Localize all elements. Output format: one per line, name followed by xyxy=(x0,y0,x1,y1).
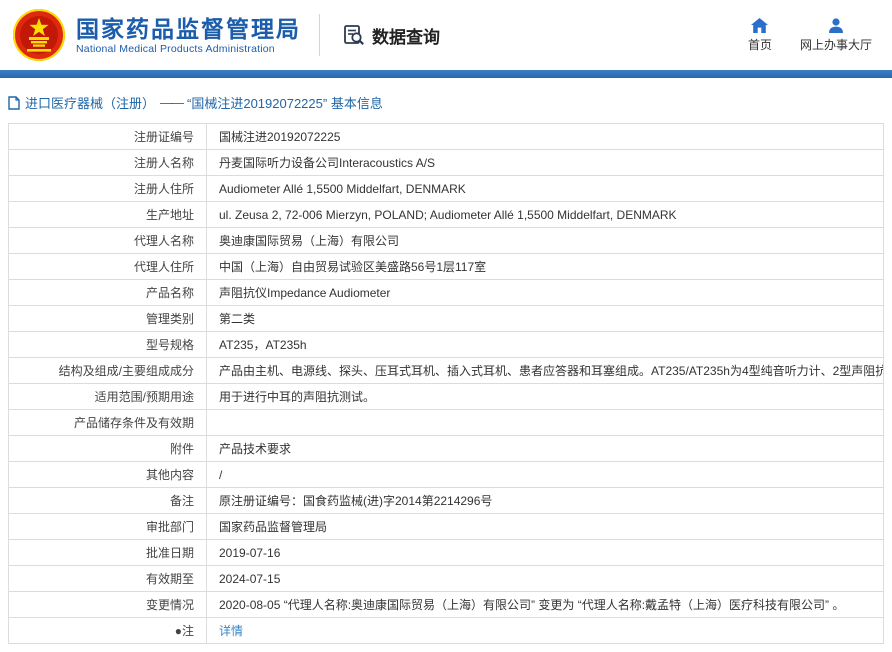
nmpa-emblem-logo xyxy=(12,8,66,62)
table-row: ●注 详情 xyxy=(9,618,884,644)
row-value: 国械注进20192072225 xyxy=(207,124,884,150)
row-value: 2024-07-15 xyxy=(207,566,884,592)
table-row: 附件 产品技术要求 xyxy=(9,436,884,462)
row-value: 声阻抗仪Impedance Audiometer xyxy=(207,280,884,306)
nav-service-hall[interactable]: 网上办事大厅 xyxy=(800,18,872,53)
row-label: 产品储存条件及有效期 xyxy=(9,410,207,436)
table-row: 产品名称 声阻抗仪Impedance Audiometer xyxy=(9,280,884,306)
table-row: 注册人名称 丹麦国际听力设备公司Interacoustics A/S xyxy=(9,150,884,176)
row-value: 丹麦国际听力设备公司Interacoustics A/S xyxy=(207,150,884,176)
row-value: 国家药品监督管理局 xyxy=(207,514,884,540)
data-query-section: 数据查询 xyxy=(342,23,440,48)
row-label: 注册证编号 xyxy=(9,124,207,150)
table-row: 适用范围/预期用途 用于进行中耳的声阻抗测试。 xyxy=(9,384,884,410)
row-value: 产品由主机、电源线、探头、压耳式耳机、插入式耳机、患者应答器和耳塞组成。AT23… xyxy=(207,358,884,384)
row-value: 2020-08-05 “代理人名称:奥迪康国际贸易（上海）有限公司” 变更为 “… xyxy=(207,592,884,618)
breadcrumb-separator: —— xyxy=(160,95,182,110)
nav-service-hall-label: 网上办事大厅 xyxy=(800,36,872,53)
row-label: 批准日期 xyxy=(9,540,207,566)
header-accent-bar xyxy=(0,70,892,78)
row-value: / xyxy=(207,462,884,488)
table-row: 其他内容 / xyxy=(9,462,884,488)
row-label: 适用范围/预期用途 xyxy=(9,384,207,410)
table-row: 结构及组成/主要组成成分 产品由主机、电源线、探头、压耳式耳机、插入式耳机、患者… xyxy=(9,358,884,384)
header-divider xyxy=(319,14,320,56)
row-value: 原注册证编号：国食药监械(进)字2014第2214296号 xyxy=(207,488,884,514)
row-value: 产品技术要求 xyxy=(207,436,884,462)
data-query-label: 数据查询 xyxy=(372,23,440,48)
site-title: 国家药品监督管理局 xyxy=(76,15,301,44)
table-row: 生产地址 ul. Zeusa 2, 72-006 Mierzyn, POLAND… xyxy=(9,202,884,228)
table-row: 变更情况 2020-08-05 “代理人名称:奥迪康国际贸易（上海）有限公司” … xyxy=(9,592,884,618)
table-row: 批准日期 2019-07-16 xyxy=(9,540,884,566)
table-row: 代理人名称 奥迪康国际贸易（上海）有限公司 xyxy=(9,228,884,254)
site-subtitle: National Medical Products Administration xyxy=(76,43,301,55)
row-label: 注册人名称 xyxy=(9,150,207,176)
breadcrumb-category-link[interactable]: 进口医疗器械（注册） xyxy=(25,93,155,112)
national-emblem-icon xyxy=(12,8,66,62)
info-table-body: 注册证编号 国械注进20192072225 注册人名称 丹麦国际听力设备公司In… xyxy=(9,124,884,644)
row-value: 奥迪康国际贸易（上海）有限公司 xyxy=(207,228,884,254)
table-row: 备注 原注册证编号：国食药监械(进)字2014第2214296号 xyxy=(9,488,884,514)
row-label: 附件 xyxy=(9,436,207,462)
table-row: 有效期至 2024-07-15 xyxy=(9,566,884,592)
row-value: Audiometer Allé 1,5500 Middelfart, DENMA… xyxy=(207,176,884,202)
detail-link[interactable]: 详情 xyxy=(219,624,243,638)
table-row: 审批部门 国家药品监督管理局 xyxy=(9,514,884,540)
user-icon xyxy=(828,18,844,33)
table-row: 型号规格 AT235，AT235h xyxy=(9,332,884,358)
row-value: AT235，AT235h xyxy=(207,332,884,358)
row-label: 型号规格 xyxy=(9,332,207,358)
row-value xyxy=(207,410,884,436)
row-label: 结构及组成/主要组成成分 xyxy=(9,358,207,384)
info-table: 注册证编号 国械注进20192072225 注册人名称 丹麦国际听力设备公司In… xyxy=(8,123,884,644)
site-header: 国家药品监督管理局 National Medical Products Admi… xyxy=(0,0,892,70)
row-label: 代理人名称 xyxy=(9,228,207,254)
data-query-icon xyxy=(342,23,366,47)
row-value: 2019-07-16 xyxy=(207,540,884,566)
breadcrumb-page-title: “国械注进20192072225” 基本信息 xyxy=(187,93,383,112)
table-row: 代理人住所 中国（上海）自由贸易试验区美盛路56号1层117室 xyxy=(9,254,884,280)
row-label: 备注 xyxy=(9,488,207,514)
row-label: 注册人住所 xyxy=(9,176,207,202)
table-row: 产品储存条件及有效期 xyxy=(9,410,884,436)
document-icon xyxy=(8,96,20,110)
row-label: 生产地址 xyxy=(9,202,207,228)
row-label: 有效期至 xyxy=(9,566,207,592)
table-row: 管理类别 第二类 xyxy=(9,306,884,332)
header-nav: 首页 网上办事大厅 xyxy=(748,18,880,53)
row-label: 管理类别 xyxy=(9,306,207,332)
table-row: 注册人住所 Audiometer Allé 1,5500 Middelfart,… xyxy=(9,176,884,202)
row-label: 其他内容 xyxy=(9,462,207,488)
row-label: ●注 xyxy=(9,618,207,644)
row-value: 第二类 xyxy=(207,306,884,332)
row-value: 详情 xyxy=(207,618,884,644)
breadcrumb: 进口医疗器械（注册） —— “国械注进20192072225” 基本信息 xyxy=(8,93,884,112)
nav-home[interactable]: 首页 xyxy=(748,18,772,53)
table-row: 注册证编号 国械注进20192072225 xyxy=(9,124,884,150)
home-icon xyxy=(751,18,768,33)
row-value: ul. Zeusa 2, 72-006 Mierzyn, POLAND; Aud… xyxy=(207,202,884,228)
row-label: 产品名称 xyxy=(9,280,207,306)
row-value: 中国（上海）自由贸易试验区美盛路56号1层117室 xyxy=(207,254,884,280)
row-label: 变更情况 xyxy=(9,592,207,618)
row-value: 用于进行中耳的声阻抗测试。 xyxy=(207,384,884,410)
site-title-block: 国家药品监督管理局 National Medical Products Admi… xyxy=(76,15,301,56)
row-label: 审批部门 xyxy=(9,514,207,540)
nav-home-label: 首页 xyxy=(748,36,772,53)
row-label: 代理人住所 xyxy=(9,254,207,280)
